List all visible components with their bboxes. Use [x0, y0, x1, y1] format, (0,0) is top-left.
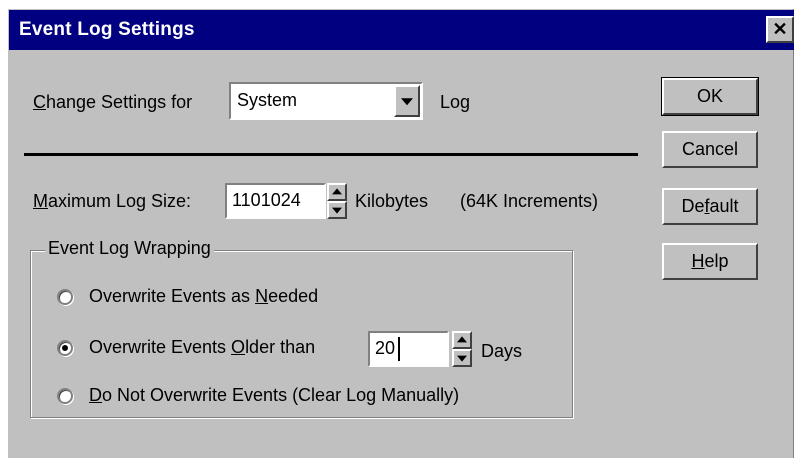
arrow-down-icon [332, 207, 342, 214]
days-value: 20 [375, 338, 396, 358]
max-log-size-label: Maximum Log Size: [33, 191, 192, 211]
arrow-down-icon [457, 355, 467, 362]
ok-button[interactable]: OK [661, 77, 759, 116]
kilobytes-label: Kilobytes [355, 191, 429, 211]
log-suffix-label: Log [440, 92, 471, 112]
radio-overwrite-as-needed[interactable] [57, 289, 73, 305]
cancel-button[interactable]: Cancel [662, 131, 758, 168]
log-type-dropdown-button[interactable] [394, 85, 420, 117]
radio-do-not-overwrite[interactable] [57, 388, 73, 404]
default-button[interactable]: Default [662, 188, 758, 225]
log-type-select[interactable]: System [229, 82, 423, 120]
title-bar: Event Log Settings ✕ [9, 10, 794, 50]
max-log-size-input[interactable]: 1101024 [225, 183, 326, 219]
text-caret [398, 337, 400, 361]
days-input[interactable]: 20 [368, 331, 449, 367]
group-title: Event Log Wrapping [45, 238, 214, 259]
radio-overwrite-older-than[interactable] [57, 340, 73, 356]
radio-selected-dot [62, 345, 68, 351]
days-spinner[interactable] [452, 331, 472, 367]
change-settings-label: Change Settings for [33, 92, 193, 112]
chevron-down-icon [401, 98, 413, 106]
close-icon: ✕ [772, 19, 788, 39]
arrow-up-icon [457, 336, 467, 343]
arrow-up-icon [332, 188, 342, 195]
overwrite-older-than-label[interactable]: Overwrite Events Older than [89, 337, 315, 358]
spin-down-button[interactable] [327, 201, 347, 219]
days-spin-up-button[interactable] [452, 331, 472, 349]
overwrite-as-needed-label[interactable]: Overwrite Events as Needed [89, 286, 318, 307]
close-button[interactable]: ✕ [766, 16, 794, 43]
log-type-value: System [237, 90, 298, 110]
max-log-size-value: 1101024 [232, 190, 301, 210]
spin-up-button[interactable] [327, 183, 347, 201]
dialog-title: Event Log Settings [19, 19, 195, 40]
do-not-overwrite-label[interactable]: Do Not Overwrite Events (Clear Log Manua… [89, 385, 459, 406]
max-log-size-spinner[interactable] [327, 183, 347, 219]
days-spin-down-button[interactable] [452, 349, 472, 367]
separator-line [24, 153, 638, 156]
increments-note: (64K Increments) [460, 191, 599, 211]
help-button[interactable]: Help [662, 243, 758, 280]
days-unit-label: Days [481, 341, 523, 361]
